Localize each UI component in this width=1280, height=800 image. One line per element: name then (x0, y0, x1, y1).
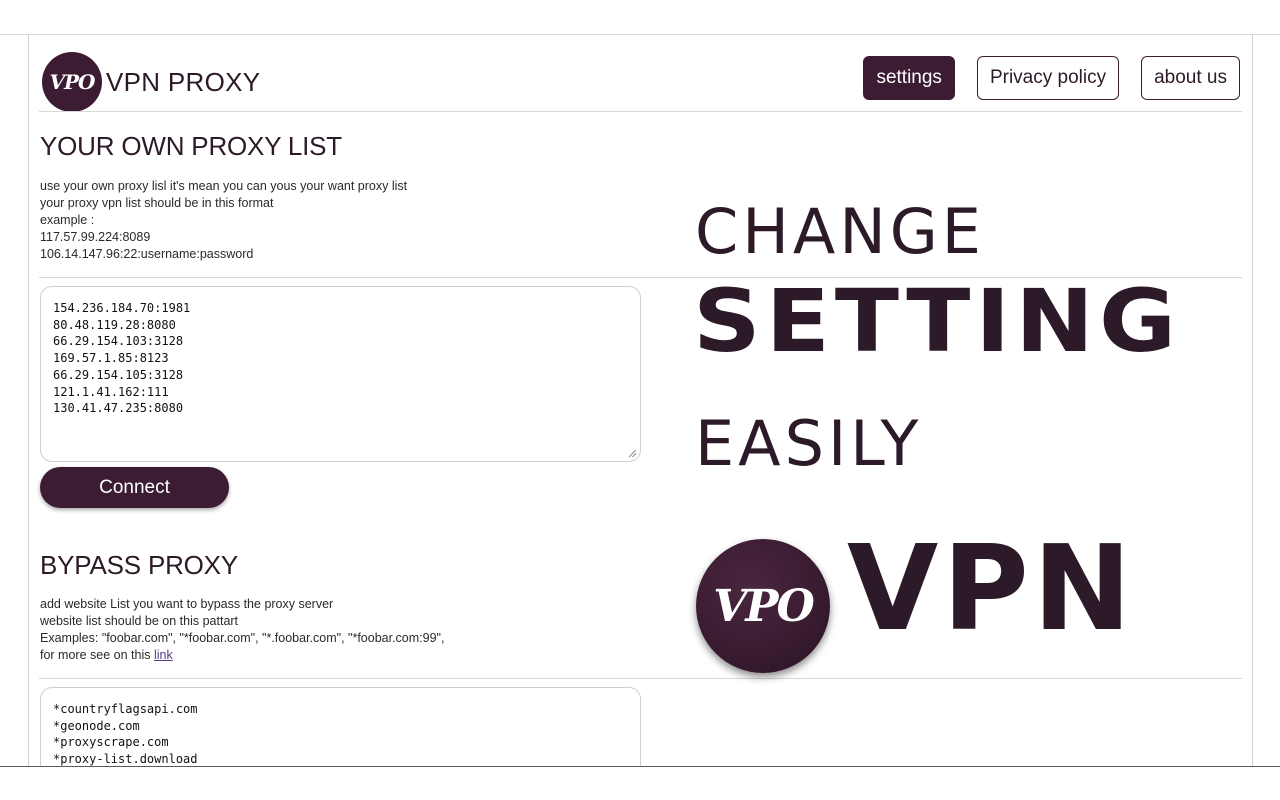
proxy-list-textarea[interactable]: 154.236.184.70:1981 80.48.119.28:8080 66… (40, 286, 641, 462)
desc-line: website list should be on this pattart (40, 614, 239, 628)
proxy-list-title: YOUR OWN PROXY LIST (40, 131, 342, 161)
top-nav: settings Privacy policy about us (863, 56, 1240, 100)
app-name: VPN PROXY (106, 66, 261, 97)
more-link[interactable]: link (154, 648, 173, 662)
vpo-big-logo-icon: VPO (696, 539, 830, 673)
section-divider (39, 678, 1242, 679)
vpo-logo-icon: VPO (42, 52, 102, 112)
desc-line: 117.57.99.224:8089 (40, 230, 151, 244)
desc-line: your proxy vpn list should be in this fo… (40, 196, 274, 210)
desc-line: use your own proxy lisl it's mean you ca… (40, 179, 408, 193)
proxy-entry: 80.48.119.28:8080 (53, 317, 176, 332)
proxy-list-description: use your own proxy lisl it's mean you ca… (40, 178, 560, 263)
promo-headline-change: CHANGE (695, 195, 985, 268)
bypass-proxy-title: BYPASS PROXY (40, 550, 238, 580)
bypass-entry: *countryflagsapi.com (53, 702, 198, 716)
promo-headline-easily: EASILY (695, 407, 923, 480)
settings-page: VPO VPN PROXY settings Privacy policy ab… (28, 35, 1253, 766)
promo-vpn-wordmark: VPN (847, 519, 1136, 657)
desc-line-more: for more see on this link (40, 647, 560, 664)
desc-line: example : (40, 213, 95, 227)
proxy-entry: 66.29.154.103:3128 (53, 334, 184, 349)
resize-handle-icon[interactable] (627, 448, 637, 458)
bypass-entry: *proxyscrape.com (53, 735, 169, 750)
nav-privacy-policy-button[interactable]: Privacy policy (976, 56, 1120, 100)
desc-line: Examples: "foobar.com", "*foobar.com", "… (40, 631, 445, 645)
proxy-entry: 66.29.154.105:3128 (53, 367, 184, 382)
desc-line: add website List you want to bypass the … (40, 597, 334, 611)
brand[interactable]: VPO VPN PROXY (42, 52, 260, 112)
more-prefix: for more see on this (40, 648, 154, 662)
proxy-entry: 154.236.184.70:1981 (53, 301, 191, 315)
promo-headline-setting: SETTING (693, 271, 1182, 372)
nav-about-us-button[interactable]: about us (1141, 56, 1240, 100)
connect-button[interactable]: Connect (40, 467, 229, 508)
proxy-entry: 130.41.47.235:8080 (53, 401, 184, 416)
bypass-list-textarea[interactable]: *countryflagsapi.com *geonode.com *proxy… (40, 687, 641, 766)
proxy-entry: 169.57.1.85:8123 (53, 351, 169, 366)
bypass-description: add website List you want to bypass the … (40, 596, 560, 664)
desc-line: 106.14.147.96:22:username:password (40, 247, 254, 261)
proxy-entry: 121.1.41.162:111 (53, 384, 169, 399)
header-divider (39, 111, 1242, 112)
bypass-entry: *proxy-list.download (53, 752, 198, 766)
nav-settings-button[interactable]: settings (863, 56, 955, 100)
bypass-entry: *geonode.com (53, 718, 140, 733)
bottom-divider (0, 766, 1280, 767)
